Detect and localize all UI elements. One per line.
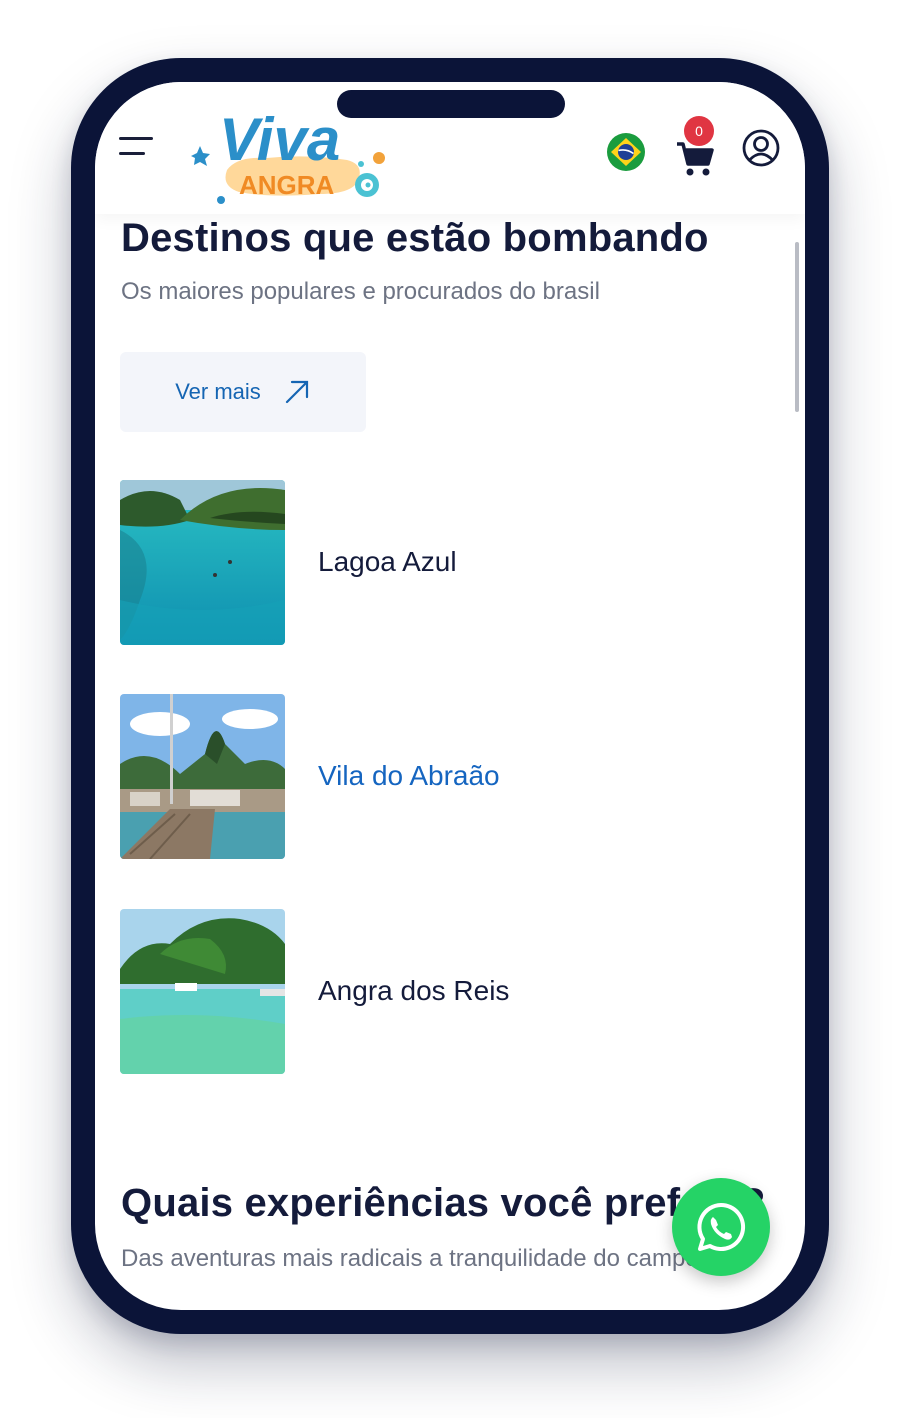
notch	[337, 90, 565, 118]
section-subtitle-destinations: Os maiores populares e procurados do bra…	[121, 278, 600, 305]
brazil-flag-icon[interactable]	[607, 133, 645, 171]
whatsapp-icon	[697, 1202, 746, 1251]
section-title-destinations: Destinos que estão bombando	[121, 216, 709, 260]
destination-image	[120, 694, 285, 859]
section-title-experiences: Quais experiências você prefere?	[121, 1181, 766, 1225]
destination-item-lagoa-azul[interactable]: Lagoa Azul	[120, 480, 680, 645]
destination-image	[120, 480, 285, 645]
destination-item-angra-dos-reis[interactable]: Angra dos Reis	[120, 909, 680, 1074]
arrow-up-right-icon	[285, 380, 308, 404]
section-subtitle-experiences: Das aventuras mais radicais a tranquilid…	[121, 1245, 699, 1272]
logo-text: Viva	[219, 106, 340, 173]
user-icon[interactable]	[741, 128, 781, 168]
cart-count-badge: 0	[684, 116, 714, 146]
destination-item-vila-do-abraao[interactable]: Vila do Abraão	[120, 694, 680, 859]
destination-image	[120, 909, 285, 1074]
see-more-label: Ver mais	[175, 379, 261, 404]
destination-name[interactable]: Vila do Abraão	[318, 760, 500, 792]
phone-frame: Viva ANGRA 0 Destinos que estão bombando…	[71, 58, 829, 1334]
see-more-button[interactable]: Ver mais	[120, 352, 366, 432]
whatsapp-button[interactable]	[672, 1178, 770, 1276]
scrollbar[interactable]	[795, 242, 799, 412]
menu-icon[interactable]	[119, 135, 155, 159]
logo-subtext: ANGRA	[239, 170, 335, 200]
destination-name[interactable]: Lagoa Azul	[318, 546, 457, 578]
destination-name[interactable]: Angra dos Reis	[318, 975, 509, 1007]
screen: Viva ANGRA 0 Destinos que estão bombando…	[95, 82, 805, 1310]
